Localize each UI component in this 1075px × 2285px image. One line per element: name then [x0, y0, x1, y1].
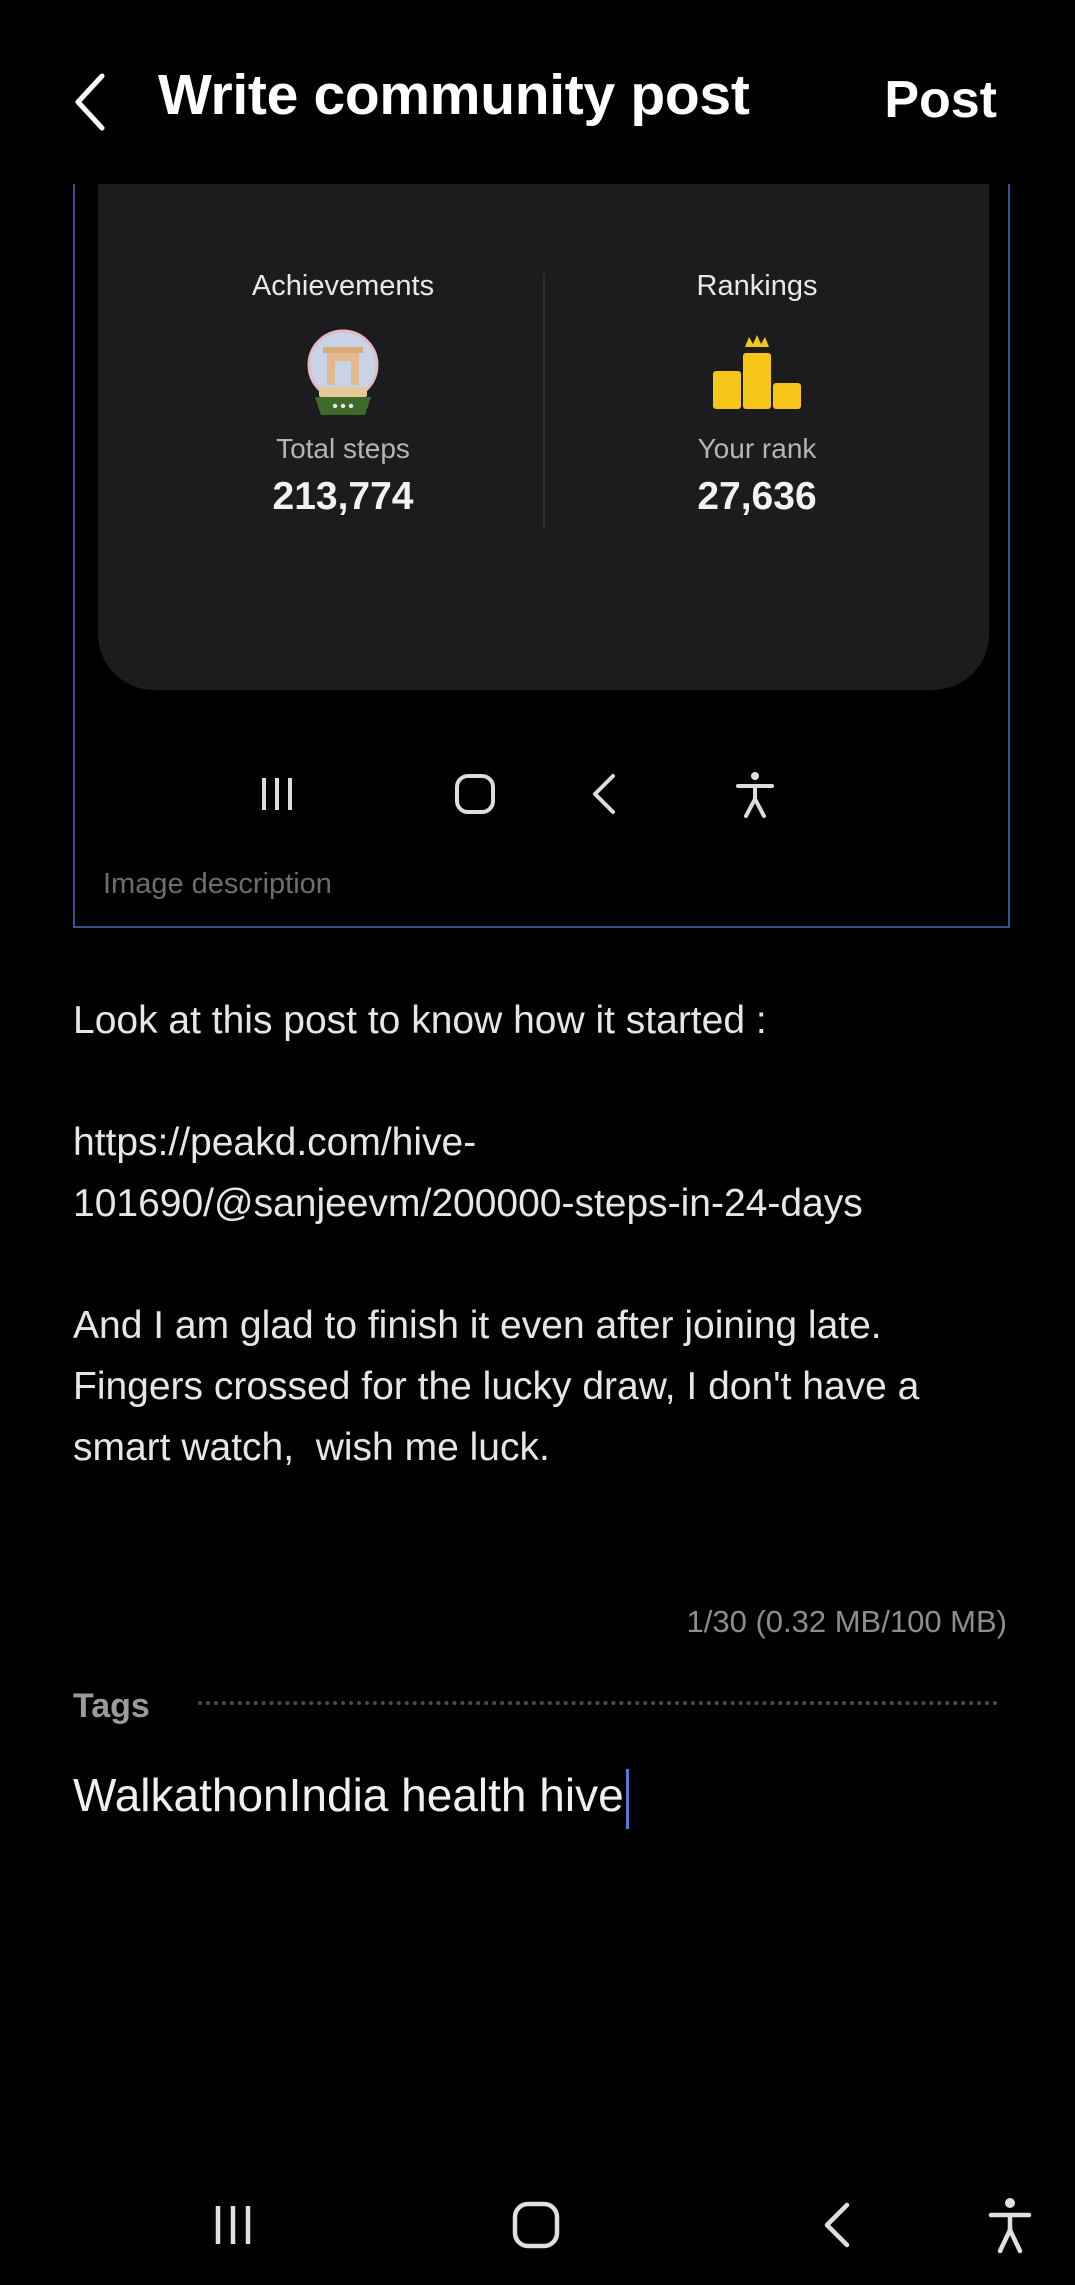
back-nav-button[interactable] [808, 2190, 868, 2260]
podium-crown-icon [607, 327, 907, 419]
screenshot-nav-bar [75, 764, 1008, 824]
total-steps-value: 213,774 [272, 475, 414, 518]
accessibility-icon [725, 764, 785, 824]
home-icon [512, 2201, 560, 2249]
body-line: And I am glad to finish it even after jo… [73, 1304, 882, 1347]
tags-divider [198, 1701, 998, 1705]
post-body-editor[interactable]: Look at this post to know how it started… [73, 990, 1013, 1478]
your-rank-label: Your rank [697, 433, 817, 464]
post-button[interactable]: Post [884, 70, 997, 130]
stats-card: Achievements Total steps 213,774 Ranking… [98, 184, 989, 690]
image-description-field[interactable]: Image description [103, 868, 332, 901]
post-link-line: 101690/@sanjeevm/200000-steps-in-24-days [73, 1182, 863, 1225]
accessibility-button[interactable] [980, 2190, 1040, 2260]
total-steps-label: Total steps [276, 433, 410, 464]
tags-input[interactable]: WalkathonIndia health hive [73, 1768, 629, 1829]
accessibility-icon [988, 2198, 1032, 2254]
page-title: Write community post [158, 63, 750, 127]
recents-icon [215, 2206, 251, 2244]
tags-label: Tags [73, 1687, 150, 1725]
your-rank-value: 27,636 [697, 475, 817, 518]
home-icon [440, 764, 510, 824]
back-button[interactable] [66, 68, 122, 136]
rankings-heading: Rankings [696, 270, 818, 302]
body-line: Look at this post to know how it started… [73, 999, 767, 1042]
india-gate-globe-icon [193, 327, 493, 419]
stats-divider [543, 274, 545, 528]
home-button[interactable] [500, 2190, 572, 2260]
text-cursor [625, 1768, 629, 1829]
attachment-counter: 1/30 (0.32 MB/100 MB) [686, 1604, 1008, 1639]
back-nav-icon [824, 2202, 850, 2248]
chevron-left-icon [75, 73, 105, 131]
tags-input-text: WalkathonIndia health hive [73, 1769, 624, 1821]
post-link-line: https://peakd.com/hive- [73, 1121, 477, 1164]
recents-button[interactable] [203, 2190, 263, 2260]
body-line: smart watch, wish me luck. [73, 1426, 550, 1469]
achievements-heading: Achievements [251, 270, 435, 302]
attached-image-frame[interactable]: Achievements Total steps 213,774 Ranking… [73, 184, 1010, 928]
rankings-column: Rankings Your rank 27,636 [607, 270, 907, 519]
recents-icon [247, 764, 307, 824]
achievements-column: Achievements Total steps 213,774 [193, 270, 493, 519]
back-nav-icon [575, 764, 635, 824]
system-nav-bar [0, 2190, 1075, 2260]
body-line: Fingers crossed for the lucky draw, I do… [73, 1365, 920, 1408]
app-header: Write community post Post [0, 0, 1075, 184]
